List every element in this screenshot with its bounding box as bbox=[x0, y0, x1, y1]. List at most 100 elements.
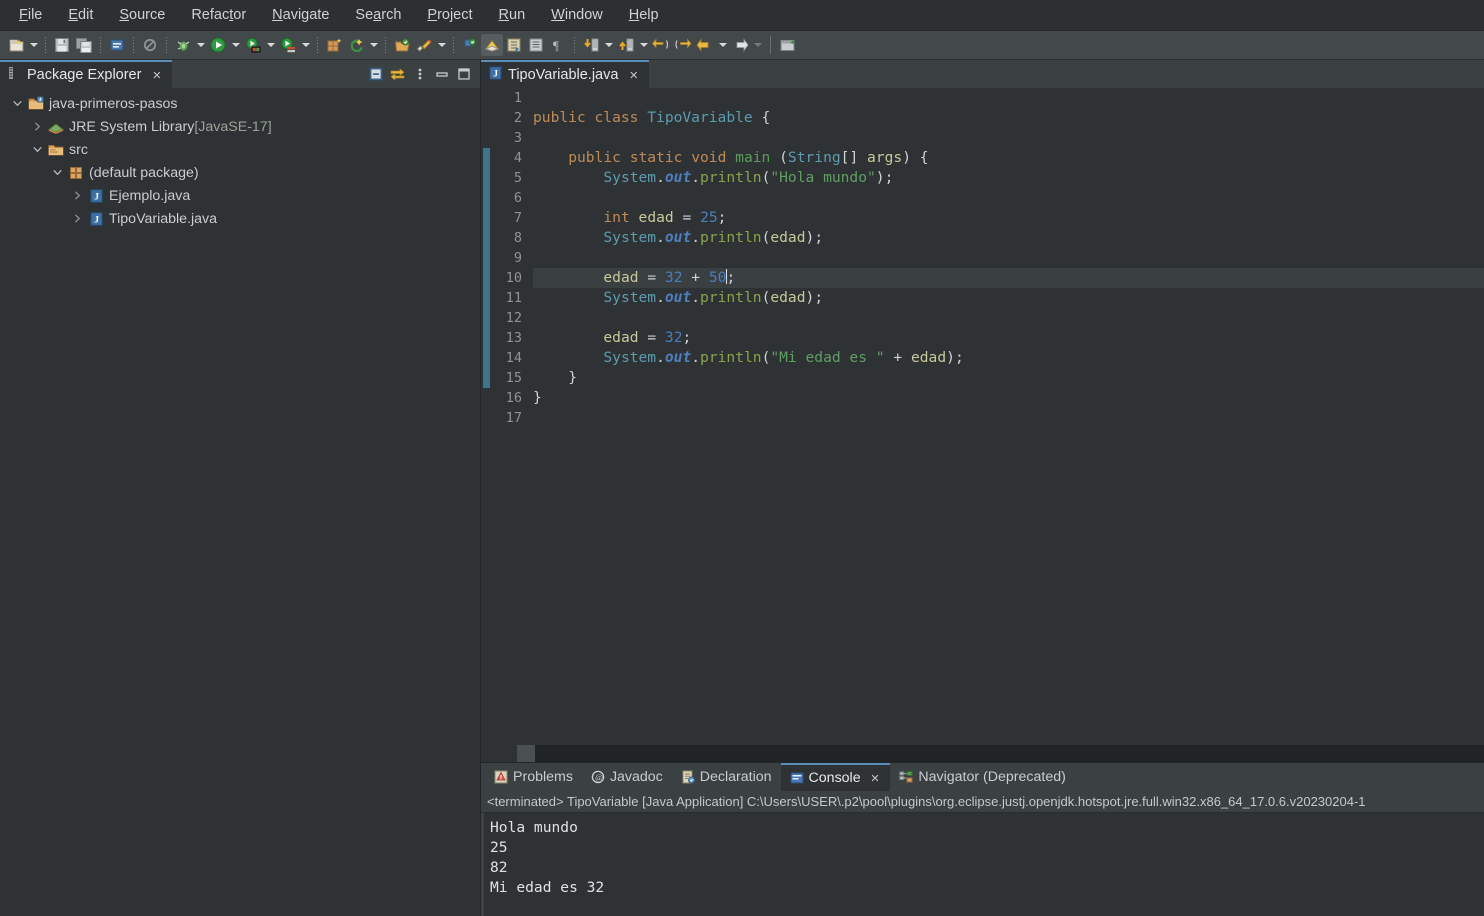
menu-search[interactable]: Search bbox=[342, 3, 414, 27]
code-line[interactable]: edad = 32 + 50; bbox=[533, 268, 1484, 288]
show-whitespace-icon[interactable] bbox=[481, 34, 503, 56]
open-type-icon[interactable] bbox=[391, 34, 413, 56]
forward-icon[interactable] bbox=[729, 34, 751, 56]
new-annotation-icon[interactable] bbox=[345, 34, 367, 56]
new-java-class-icon[interactable] bbox=[106, 34, 128, 56]
tree-item-default-package[interactable]: (default package) bbox=[0, 161, 480, 184]
code-line[interactable]: } bbox=[533, 368, 1484, 388]
code-line[interactable] bbox=[533, 308, 1484, 328]
tab-package-explorer[interactable]: Package Explorer × bbox=[0, 60, 173, 88]
close-icon[interactable]: × bbox=[869, 770, 882, 787]
back-icon[interactable] bbox=[694, 34, 716, 56]
chevron-down-icon[interactable] bbox=[8, 98, 26, 109]
menu-navigate[interactable]: Navigate bbox=[259, 3, 342, 27]
code-line[interactable]: public static void main (String[] args) … bbox=[533, 148, 1484, 168]
run-dropdown-arrow[interactable] bbox=[229, 34, 242, 56]
editor-viewport[interactable]: 1 2 3 4 5 6 7 8 9 10 11 12 13 14 15 16 17 public class T… bbox=[481, 88, 1484, 745]
last-edit-location-icon[interactable] bbox=[650, 34, 672, 56]
menu-project[interactable]: Project bbox=[414, 3, 485, 27]
code-line[interactable]: int edad = 25; bbox=[533, 208, 1484, 228]
tree-item-jre-system-library[interactable]: JRE System Library [JavaSE-17] bbox=[0, 115, 480, 138]
code-line[interactable]: public class TipoVariable { bbox=[533, 108, 1484, 128]
maximize-icon[interactable] bbox=[453, 64, 474, 85]
toggle-mark-occurrences-icon[interactable] bbox=[459, 34, 481, 56]
next-annotation-icon[interactable] bbox=[503, 34, 525, 56]
save-icon[interactable] bbox=[51, 34, 73, 56]
code-line[interactable]: System.out.println(edad); bbox=[533, 288, 1484, 308]
code-content[interactable]: public class TipoVariable { public stati… bbox=[527, 88, 1484, 745]
coverage-dropdown-arrow[interactable] bbox=[299, 34, 312, 56]
project-tree[interactable]: Jjava-primeros-pasos JRE System Library [… bbox=[0, 88, 480, 916]
menu-window[interactable]: Window bbox=[538, 3, 616, 27]
close-icon[interactable]: × bbox=[627, 67, 640, 84]
tab-javadoc[interactable]: @ Javadoc bbox=[582, 763, 672, 791]
tree-item-src[interactable]: src bbox=[0, 138, 480, 161]
menu-file[interactable]: File bbox=[6, 3, 55, 27]
tree-item-tipovariable-java[interactable]: J TipoVariable.java bbox=[0, 207, 480, 230]
debug-dropdown-arrow[interactable] bbox=[194, 34, 207, 56]
menu-edit[interactable]: Edit bbox=[55, 3, 106, 27]
code-line[interactable] bbox=[533, 88, 1484, 108]
code-line[interactable] bbox=[533, 248, 1484, 268]
tree-item-java-primeros-pasos[interactable]: Jjava-primeros-pasos bbox=[0, 92, 480, 115]
menu-source[interactable]: Source bbox=[106, 3, 178, 27]
code-line[interactable]: edad = 32; bbox=[533, 328, 1484, 348]
new-wizard-dropdown-arrow[interactable] bbox=[27, 34, 40, 56]
chevron-right-icon[interactable] bbox=[28, 121, 46, 132]
close-icon[interactable]: × bbox=[150, 67, 163, 84]
tab-problems[interactable]: Problems bbox=[485, 763, 582, 791]
console-icon bbox=[790, 771, 804, 785]
code-line[interactable] bbox=[533, 128, 1484, 148]
new-java-project-icon[interactable] bbox=[323, 34, 345, 56]
link-with-editor-icon[interactable] bbox=[387, 64, 408, 85]
annotation-dropdown-arrow[interactable] bbox=[367, 34, 380, 56]
paragraph-mark-icon[interactable]: ¶ bbox=[547, 34, 569, 56]
open-task-icon[interactable] bbox=[413, 34, 435, 56]
debug-icon[interactable] bbox=[172, 34, 194, 56]
collapse-all-icon[interactable] bbox=[365, 64, 386, 85]
scrollbar-thumb[interactable] bbox=[517, 745, 535, 762]
menu-refactor[interactable]: Refactor bbox=[178, 3, 259, 27]
previous-annotation-icon[interactable] bbox=[525, 34, 547, 56]
back-dropdown-arrow[interactable] bbox=[716, 34, 729, 56]
download-dropdown-arrow[interactable] bbox=[602, 34, 615, 56]
skip-all-breakpoints-icon[interactable] bbox=[139, 34, 161, 56]
tree-item-ejemplo-java[interactable]: J Ejemplo.java bbox=[0, 184, 480, 207]
jre-library-icon bbox=[46, 120, 66, 134]
save-all-icon[interactable] bbox=[73, 34, 95, 56]
open-task-dropdown-arrow[interactable] bbox=[435, 34, 448, 56]
code-line[interactable]: } bbox=[533, 388, 1484, 408]
code-line[interactable]: System.out.println("Mi edad es " + edad)… bbox=[533, 348, 1484, 368]
pin-editor-icon[interactable] bbox=[777, 34, 799, 56]
tab-navigator-deprecated[interactable]: Navigator (Deprecated) bbox=[890, 763, 1074, 791]
code-line[interactable]: System.out.println(edad); bbox=[533, 228, 1484, 248]
menu-run[interactable]: Run bbox=[486, 3, 539, 27]
line-number: 2 bbox=[513, 110, 522, 126]
external-tools-dropdown-arrow[interactable] bbox=[264, 34, 277, 56]
scrollbar-track[interactable]: ‹ bbox=[517, 745, 1484, 762]
tab-declaration[interactable]: Declaration bbox=[672, 763, 781, 791]
editor-horizontal-scrollbar[interactable]: ‹ bbox=[481, 745, 1484, 762]
chevron-right-icon[interactable] bbox=[68, 213, 86, 224]
annotation-ruler[interactable] bbox=[481, 88, 491, 745]
chevron-down-icon[interactable] bbox=[48, 167, 66, 178]
forward-history-icon[interactable] bbox=[672, 34, 694, 56]
menu-help[interactable]: Help bbox=[616, 3, 672, 27]
chevron-right-icon[interactable] bbox=[68, 190, 86, 201]
coverage-icon[interactable] bbox=[277, 34, 299, 56]
code-line[interactable]: System.out.println("Hola mundo"); bbox=[533, 168, 1484, 188]
download-sources-icon[interactable] bbox=[580, 34, 602, 56]
new-wizard-icon[interactable] bbox=[5, 34, 27, 56]
code-line[interactable] bbox=[533, 408, 1484, 428]
tab-tipovariable-java[interactable]: J TipoVariable.java × bbox=[481, 60, 650, 88]
tab-console[interactable]: Console × bbox=[780, 763, 891, 791]
view-menu-icon[interactable] bbox=[409, 64, 430, 85]
upload-dropdown-arrow[interactable] bbox=[637, 34, 650, 56]
code-line[interactable] bbox=[533, 188, 1484, 208]
upload-sources-icon[interactable] bbox=[615, 34, 637, 56]
console-output[interactable]: Hola mundo 25 82 Mi edad es 32 bbox=[481, 813, 1484, 916]
chevron-down-icon[interactable] bbox=[28, 144, 46, 155]
run-icon[interactable] bbox=[207, 34, 229, 56]
minimize-icon[interactable] bbox=[431, 64, 452, 85]
run-external-tools-icon[interactable] bbox=[242, 34, 264, 56]
